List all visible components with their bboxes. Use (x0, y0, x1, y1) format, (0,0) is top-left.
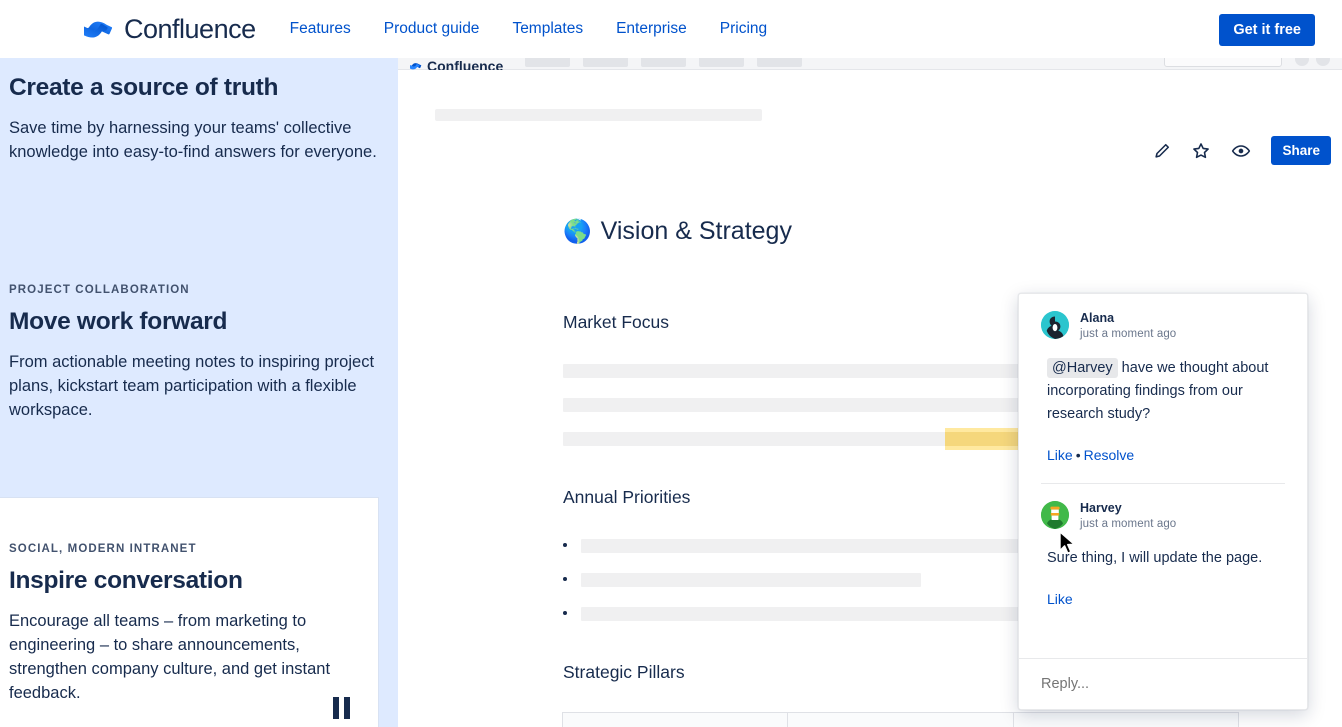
nav-link-pricing[interactable]: Pricing (720, 20, 767, 38)
feature-section-move-work-forward[interactable]: PROJECT COLLABORATION Move work forward … (0, 284, 390, 422)
breadcrumb (435, 109, 762, 121)
comment-actions: Like • Resolve (1047, 447, 1285, 463)
resolve-action[interactable]: Resolve (1084, 447, 1135, 463)
feature-heading: Move work forward (9, 308, 228, 335)
inline-comment-popover: Alana just a moment ago @Harvey have we … (1018, 293, 1308, 710)
nav-link-enterprise[interactable]: Enterprise (616, 20, 687, 38)
comment-timestamp: just a moment ago (1080, 518, 1177, 530)
comment-text-body: Sure thing, I will update the page. (1047, 550, 1263, 566)
primary-nav-links: Features Product guide Templates Enterpr… (290, 20, 768, 38)
comment-header: Alana just a moment ago (1041, 311, 1285, 342)
comment-thread-item: Alana just a moment ago @Harvey have we … (1019, 294, 1307, 484)
feature-body-text: From actionable meeting notes to inspiri… (9, 353, 375, 419)
comment-reply-box[interactable] (1019, 658, 1307, 709)
nav-link-templates[interactable]: Templates (512, 20, 583, 38)
page-title: 🌎 Vision & Strategy (563, 217, 792, 246)
feature-body-text: Encourage all teams – from marketing to … (9, 612, 331, 702)
top-navigation-bar: Confluence Features Product guide Templa… (0, 0, 1342, 58)
feature-heading: Create a source of truth (9, 74, 279, 101)
comment-header: Harvey just a moment ago (1041, 501, 1285, 532)
feature-carousel-sidebar: Create a source of truth Save time by ha… (0, 58, 398, 727)
action-separator: • (1075, 447, 1081, 463)
bullet-dot-icon (563, 543, 567, 547)
strategic-pillars-table (562, 712, 1239, 727)
product-screenshot-panel: Confluence Share 🌎 Vision & Strategy Mar… (398, 44, 1342, 727)
brand-name-label: Confluence (124, 13, 256, 44)
comment-thread-item: Harvey just a moment ago Sure thing, I w… (1019, 484, 1307, 607)
avatar-alana-icon[interactable] (1041, 311, 1069, 339)
text-placeholder-line (581, 573, 921, 587)
reply-input[interactable] (1041, 676, 1261, 692)
comment-author-name: Harvey (1080, 501, 1122, 515)
comment-actions: Like (1047, 591, 1285, 607)
table-cell[interactable] (1014, 713, 1238, 727)
user-mention-chip[interactable]: @Harvey (1047, 358, 1118, 378)
like-action[interactable]: Like (1047, 447, 1073, 463)
confluence-brand-logo[interactable]: Confluence (84, 14, 256, 44)
bullet-dot-icon (563, 577, 567, 581)
section-heading-market-focus: Market Focus (563, 312, 669, 332)
feature-eyebrow-label: PROJECT COLLABORATION (9, 284, 190, 296)
table-cell[interactable] (563, 713, 789, 727)
feature-section-inspire-conversation[interactable]: SOCIAL, MODERN INTRANET Inspire conversa… (0, 497, 379, 727)
comment-text: Sure thing, I will update the page. (1047, 547, 1285, 570)
pencil-edit-icon[interactable] (1152, 141, 1172, 161)
like-action[interactable]: Like (1047, 591, 1073, 607)
nav-link-features[interactable]: Features (290, 20, 351, 38)
get-it-free-button[interactable]: Get it free (1219, 14, 1315, 46)
confluence-logo-icon (84, 21, 113, 38)
eye-watch-icon[interactable] (1230, 141, 1252, 161)
feature-section-source-of-truth: Create a source of truth Save time by ha… (0, 74, 390, 164)
share-button[interactable]: Share (1271, 136, 1331, 165)
avatar-harvey-icon[interactable] (1041, 501, 1069, 529)
pause-icon[interactable] (333, 697, 350, 719)
feature-body-text: Save time by harnessing your teams' coll… (9, 119, 377, 161)
nav-link-product-guide[interactable]: Product guide (384, 20, 480, 38)
comment-author-name: Alana (1080, 311, 1115, 325)
comment-timestamp: just a moment ago (1080, 328, 1177, 340)
globe-emoji-icon: 🌎 (563, 218, 592, 244)
page-canvas: Share 🌎 Vision & Strategy Market Focus A… (398, 70, 1342, 727)
section-heading-annual-priorities: Annual Priorities (563, 487, 691, 507)
bullet-dot-icon (563, 611, 567, 615)
page-title-text: Vision & Strategy (600, 217, 792, 245)
star-favorite-icon[interactable] (1191, 141, 1211, 161)
table-cell[interactable] (788, 713, 1014, 727)
comment-text: @Harvey have we thought about incorporat… (1047, 357, 1285, 426)
section-heading-strategic-pillars: Strategic Pillars (563, 662, 685, 682)
feature-heading: Inspire conversation (9, 567, 243, 594)
feature-eyebrow-label: SOCIAL, MODERN INTRANET (9, 543, 197, 555)
page-action-toolbar: Share (1152, 136, 1331, 165)
